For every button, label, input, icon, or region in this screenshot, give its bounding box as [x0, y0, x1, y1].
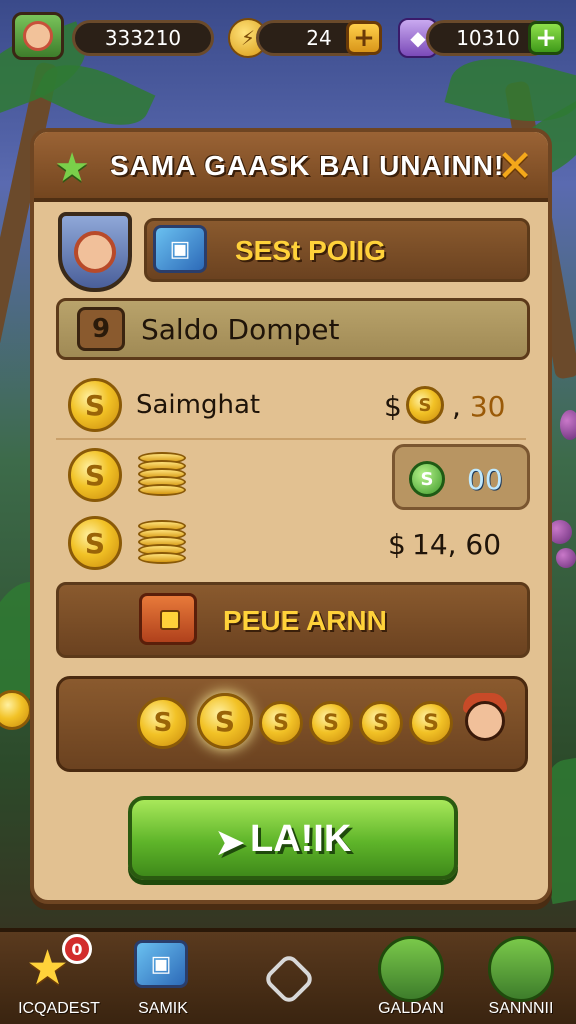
coin-icon: S — [409, 701, 453, 745]
coins-value: 333210 — [104, 26, 182, 50]
nav-label: GALDAN — [378, 1000, 444, 1017]
claim-button-label: LA!IK — [250, 818, 352, 860]
avatar-face — [74, 231, 116, 273]
coin-icon: S — [137, 697, 189, 749]
top-resource-bar: 333210 ⚡ 24 + ◆ 10310 + — [8, 8, 568, 60]
coin-icon: S — [68, 448, 122, 502]
row-value-number: 30 — [469, 390, 506, 423]
nav-label: ICQADEST — [18, 1000, 100, 1017]
home-icon[interactable] — [262, 952, 316, 1006]
coins-counter: 333210 — [72, 20, 214, 56]
nav-badge: 0 — [62, 934, 92, 964]
panel-title: SAMA GAASK BAI UNAINN! — [110, 150, 505, 181]
coin-icon: S — [259, 701, 303, 745]
arrow-icon: ➤ — [214, 820, 246, 864]
nav-item-galdan[interactable]: GALDAN — [356, 930, 466, 1020]
chest-icon — [139, 593, 197, 645]
nav-label: SANNNII — [488, 1000, 554, 1017]
row-value: 00 — [467, 463, 503, 496]
nav-item-sannn[interactable]: SANNNII — [466, 930, 576, 1020]
coin-icon: S — [68, 378, 122, 432]
row-label: Saimghat — [136, 390, 261, 420]
coin-icon: S — [406, 386, 444, 424]
row-value: , 30 — [452, 390, 506, 423]
avatar-icon — [23, 21, 53, 51]
claim-button[interactable]: ➤ LA!IK — [128, 796, 458, 880]
shield-avatar-icon — [58, 212, 132, 292]
nav-item-shop[interactable]: ▣ SAMIK — [108, 930, 218, 1020]
wallet-label: Saldo Dompet — [141, 313, 340, 346]
box-icon: ▣ — [134, 940, 188, 988]
green-price-box: S 00 — [392, 444, 530, 510]
wallet-panel: ★ SAMA GAASK BAI UNAINN! ✕ ▣ SESt POIIG … — [30, 128, 552, 904]
coin-stack-icon — [138, 520, 186, 564]
coin-icon: S — [309, 701, 353, 745]
coin-reward-track: S S S S S S — [56, 676, 528, 772]
row-value: 14, 60 — [412, 528, 502, 561]
character-icon — [378, 936, 444, 1002]
bottom-banner-label: PEUE ARNN — [223, 605, 387, 636]
bottom-navigation: ★ 0 ICQADEST ▣ SAMIK GALDAN SANNNII — [0, 928, 576, 1024]
panel-header: ★ SAMA GAASK BAI UNAINN! ✕ — [34, 132, 548, 202]
box-icon: ▣ — [153, 225, 207, 273]
wallet-number-icon: 9 — [77, 307, 125, 351]
row-currency-symbol: $ — [388, 528, 406, 561]
chest-value: 10310 — [456, 26, 520, 50]
coin-icon-glow: S — [197, 693, 253, 749]
coin-icon: S — [359, 701, 403, 745]
add-gems-button[interactable]: + — [346, 21, 382, 55]
berry — [556, 548, 576, 568]
bottom-banner[interactable]: PEUE ARNN — [56, 582, 530, 658]
nav-item-quest[interactable]: ★ 0 ICQADEST — [4, 930, 114, 1020]
avatar-face — [465, 701, 505, 741]
creature-icon — [488, 936, 554, 1002]
background-coin — [0, 690, 32, 730]
row-divider — [56, 438, 526, 440]
player-avatar-icon — [459, 691, 511, 751]
wallet-balance-banner: 9 Saldo Dompet — [56, 298, 530, 360]
coin-stack-icon — [138, 452, 186, 496]
top-banner[interactable]: ▣ SESt POIIG — [144, 218, 530, 282]
berry — [560, 410, 576, 440]
top-banner-label: SESt POIIG — [235, 235, 386, 266]
add-chest-button[interactable]: + — [528, 21, 564, 55]
player-avatar-button[interactable] — [12, 12, 64, 60]
coin-icon: S — [68, 516, 122, 570]
close-icon[interactable]: ✕ — [492, 144, 538, 190]
star-icon: ★ — [54, 145, 90, 191]
nav-label: SAMIK — [138, 1000, 188, 1017]
green-coin-icon: S — [409, 461, 445, 497]
row-currency-symbol: $ — [384, 390, 402, 423]
gems-value: 24 — [306, 26, 332, 50]
